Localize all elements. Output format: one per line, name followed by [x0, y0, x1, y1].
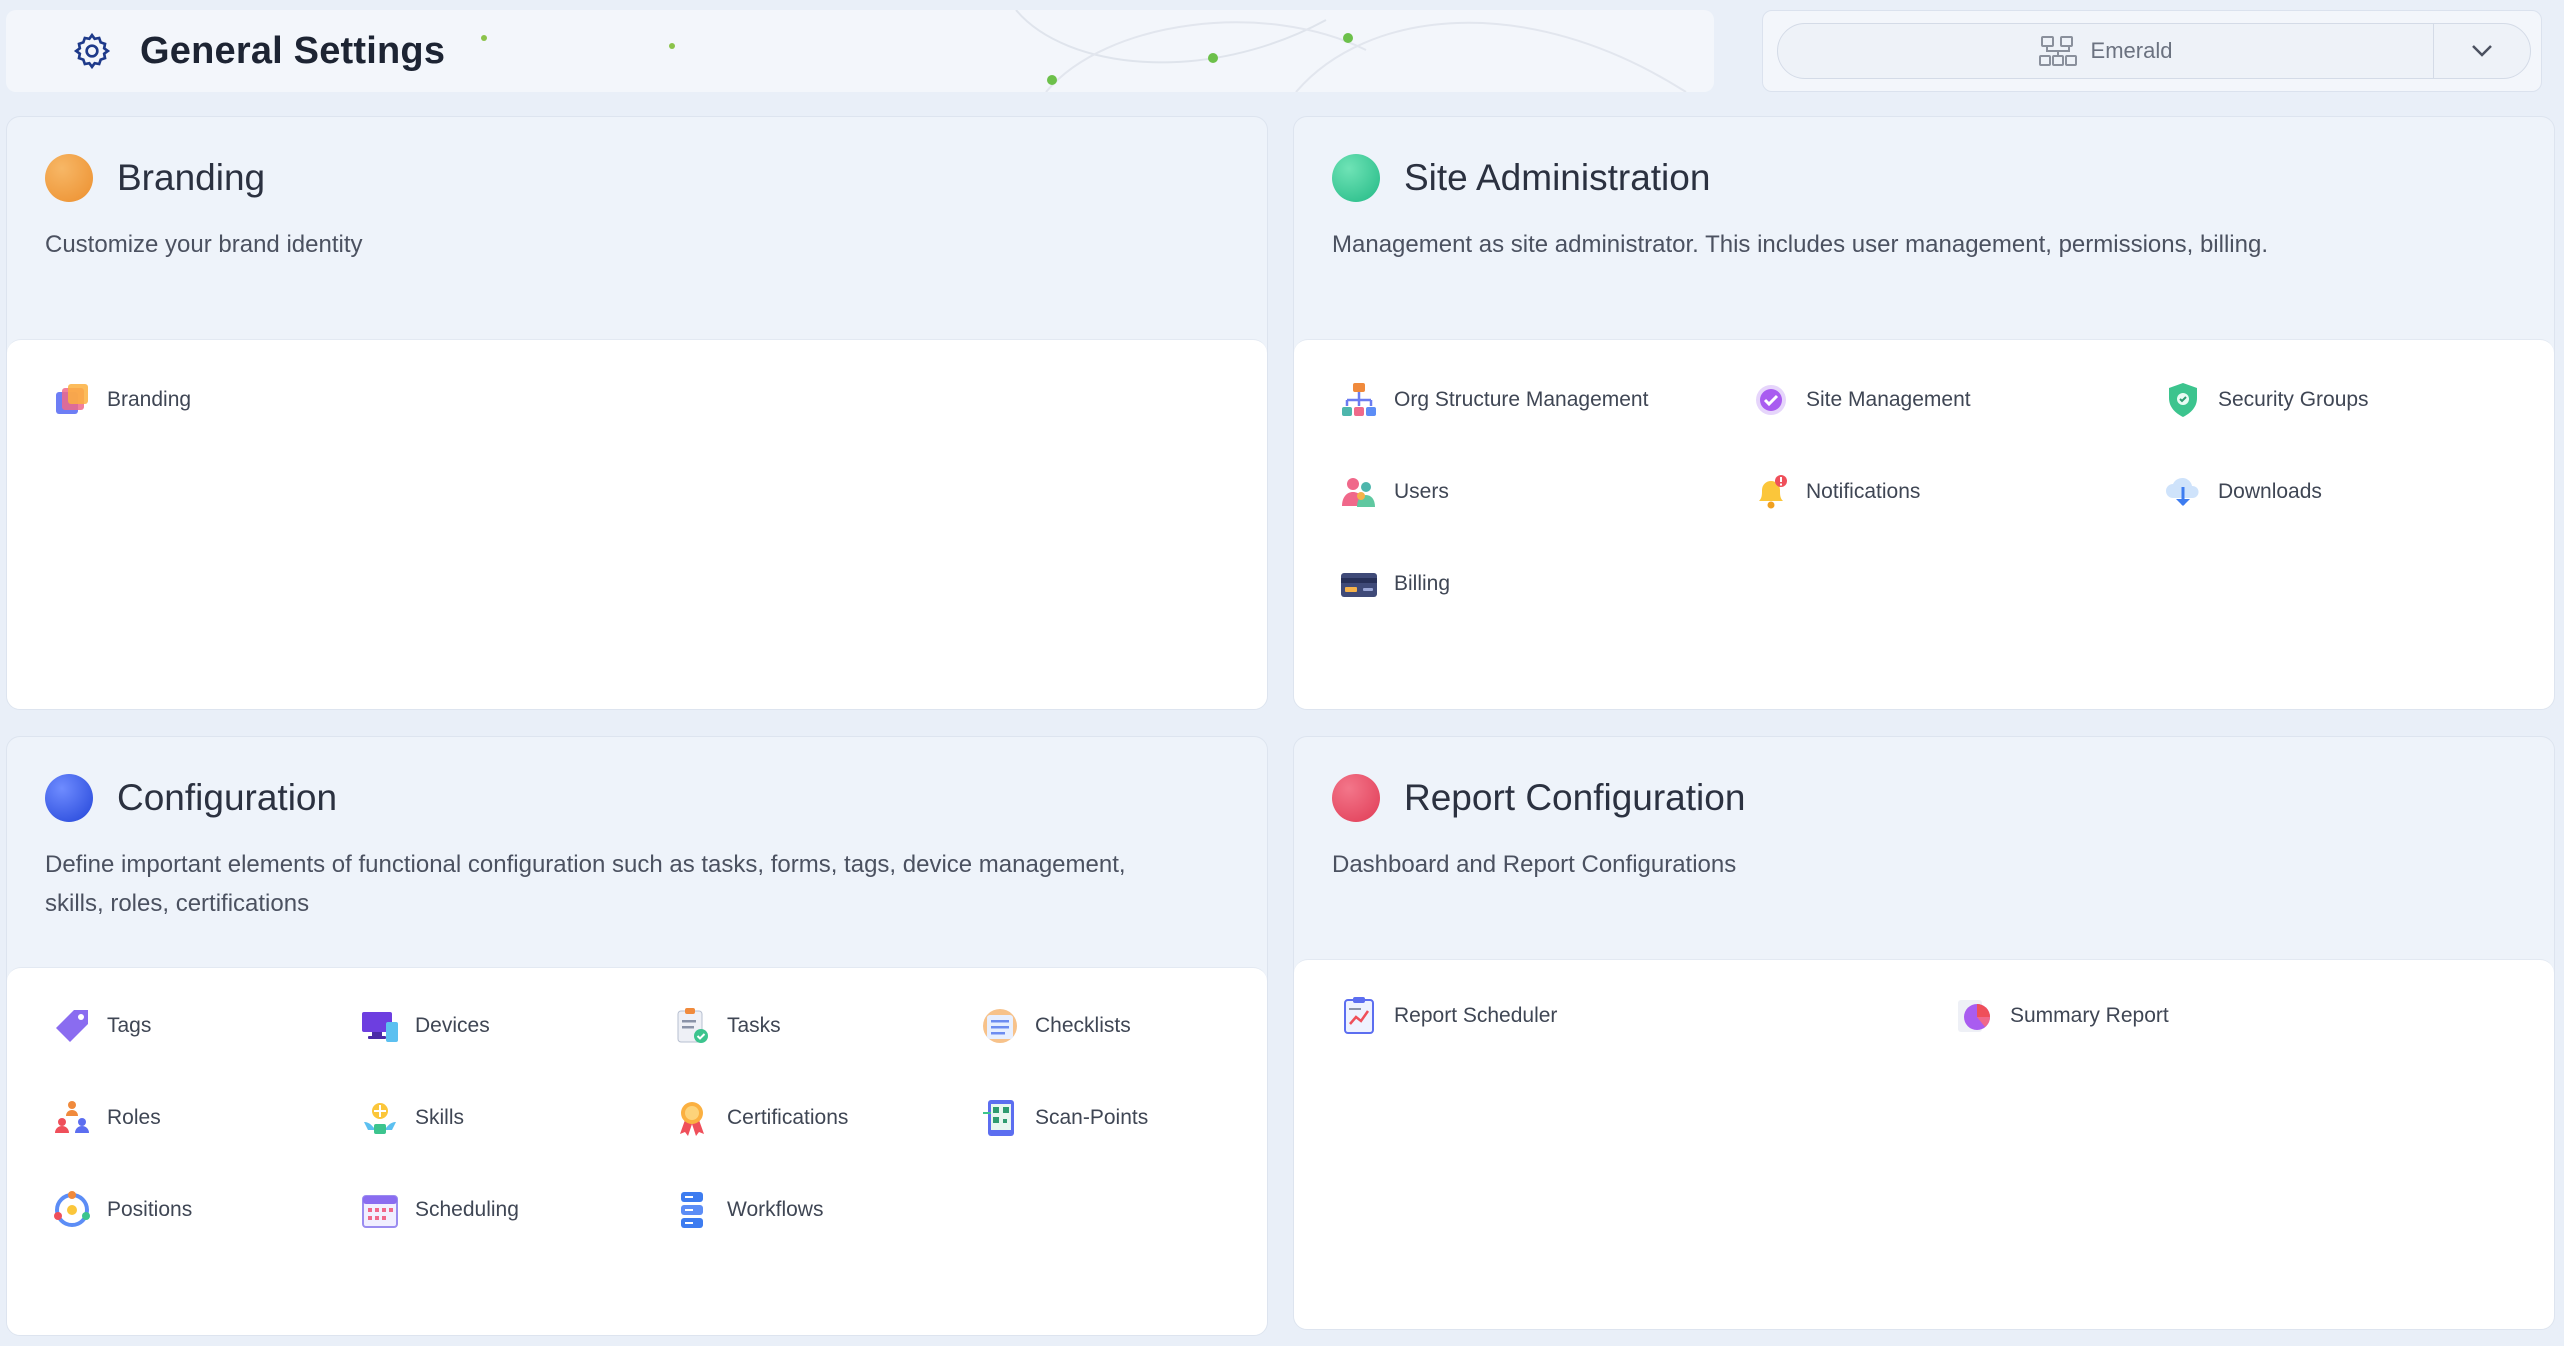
settings-link-org-structure[interactable]: Org Structure Management: [1338, 376, 1750, 424]
settings-link-skills[interactable]: Skills: [359, 1094, 671, 1142]
settings-link-site-management[interactable]: Site Management: [1750, 376, 2162, 424]
settings-link-label: Security Groups: [2218, 388, 2369, 411]
settings-link-label: Summary Report: [2010, 1004, 2169, 1027]
settings-link-label: Scheduling: [415, 1198, 519, 1221]
checklist-icon: [979, 1005, 1021, 1047]
settings-link-summary-report[interactable]: Summary Report: [1954, 992, 2454, 1040]
users-icon: [1338, 471, 1380, 513]
cloud-download-icon: [2162, 471, 2204, 513]
settings-link-report-scheduler[interactable]: Report Scheduler: [1338, 992, 1954, 1040]
clipboard-check-icon: [671, 1005, 713, 1047]
settings-link-checklists[interactable]: Checklists: [979, 1002, 1199, 1050]
card-description: Define important elements of functional …: [45, 851, 1126, 917]
report-configuration-card: Report Configuration Dashboard and Repor…: [1293, 736, 2555, 1330]
settings-link-label: Branding: [107, 388, 192, 411]
settings-link-label: Report Scheduler: [1394, 1004, 1558, 1027]
settings-link-workflows[interactable]: Workflows: [671, 1186, 979, 1234]
site-administration-card: Site Administration Management as site a…: [1293, 116, 2555, 710]
branding-card: Branding Customize your brand identity B…: [6, 116, 1268, 710]
chevron-down-icon[interactable]: [2434, 24, 2530, 78]
settings-link-label: Org Structure Management: [1394, 388, 1649, 411]
settings-link-tags[interactable]: Tags: [51, 1002, 359, 1050]
card-title: Configuration: [117, 777, 338, 818]
settings-link-label: Tasks: [727, 1014, 781, 1037]
settings-link-label: Scan-Points: [1035, 1106, 1149, 1129]
workflow-icon: [671, 1189, 713, 1231]
devices-icon: [359, 1005, 401, 1047]
configuration-card: Configuration Define important elements …: [6, 736, 1268, 1336]
settings-link-devices[interactable]: Devices: [359, 1002, 671, 1050]
org-structure-icon: [1338, 379, 1380, 421]
report-scheduler-icon: [1338, 995, 1380, 1037]
settings-link-users[interactable]: Users: [1338, 468, 1750, 516]
page-header: General Settings: [6, 10, 1714, 92]
settings-link-scheduling[interactable]: Scheduling: [359, 1186, 671, 1234]
bell-icon: [1750, 471, 1792, 513]
settings-link-positions[interactable]: Positions: [51, 1186, 359, 1234]
settings-link-certifications[interactable]: Certifications: [671, 1094, 979, 1142]
settings-link-notifications[interactable]: Notifications: [1750, 468, 2162, 516]
settings-link-label: Tags: [107, 1014, 152, 1037]
card-body: Branding: [7, 339, 1267, 709]
settings-link-label: Notifications: [1806, 480, 1921, 503]
card-body: Report Scheduler Summary Report: [1294, 959, 2554, 1329]
settings-link-label: Skills: [415, 1106, 465, 1129]
settings-link-downloads[interactable]: Downloads: [2162, 468, 2542, 516]
award-icon: [671, 1097, 713, 1139]
site-select-field[interactable]: Emerald: [1777, 23, 2531, 79]
card-body: Org Structure Management Site Management…: [1294, 339, 2554, 709]
tag-icon: [51, 1005, 93, 1047]
site-select-label: Emerald: [2090, 38, 2173, 63]
settings-link-label: Positions: [107, 1198, 193, 1221]
card-title: Report Configuration: [1404, 777, 1746, 818]
shield-icon: [2162, 379, 2204, 421]
credit-card-icon: [1338, 563, 1380, 605]
settings-link-roles[interactable]: Roles: [51, 1094, 359, 1142]
site-select-value[interactable]: Emerald: [1778, 24, 2434, 78]
card-title: Branding: [117, 157, 266, 198]
verified-badge-icon: [1750, 379, 1792, 421]
settings-link-tasks[interactable]: Tasks: [671, 1002, 979, 1050]
settings-link-label: Users: [1394, 480, 1449, 503]
card-body: Tags Devices Tasks Checklists Roles Skil…: [7, 967, 1267, 1335]
branding-dot: [45, 154, 93, 202]
settings-link-label: Checklists: [1035, 1014, 1131, 1037]
settings-link-label: Site Management: [1806, 388, 1971, 411]
qr-scan-icon: [979, 1097, 1021, 1139]
settings-link-branding[interactable]: Branding: [51, 376, 451, 424]
gear-icon: [72, 31, 112, 71]
configuration-dot: [45, 774, 93, 822]
settings-link-scan-points[interactable]: Scan-Points: [979, 1094, 1199, 1142]
card-description: Management as site administrator. This i…: [1332, 231, 2268, 258]
card-description: Customize your brand identity: [45, 231, 363, 258]
settings-link-label: Workflows: [727, 1198, 824, 1221]
site-admin-dot: [1332, 154, 1380, 202]
card-description: Dashboard and Report Configurations: [1332, 851, 1737, 878]
settings-link-label: Certifications: [727, 1106, 849, 1129]
settings-link-label: Roles: [107, 1106, 161, 1129]
calendar-icon: [359, 1189, 401, 1231]
settings-link-label: Downloads: [2218, 480, 2322, 503]
roles-icon: [51, 1097, 93, 1139]
card-title: Site Administration: [1404, 157, 1711, 198]
settings-link-security-groups[interactable]: Security Groups: [2162, 376, 2542, 424]
settings-link-billing[interactable]: Billing: [1338, 560, 1750, 608]
org-chart-icon: [2038, 35, 2077, 67]
skills-icon: [359, 1097, 401, 1139]
pie-chart-icon: [1954, 995, 1996, 1037]
settings-link-label: Devices: [415, 1014, 490, 1037]
page-title: General Settings: [140, 29, 446, 72]
positions-icon: [51, 1189, 93, 1231]
layers-icon: [51, 379, 93, 421]
report-config-dot: [1332, 774, 1380, 822]
settings-link-label: Billing: [1394, 572, 1451, 595]
site-selector[interactable]: Emerald: [1762, 10, 2542, 92]
